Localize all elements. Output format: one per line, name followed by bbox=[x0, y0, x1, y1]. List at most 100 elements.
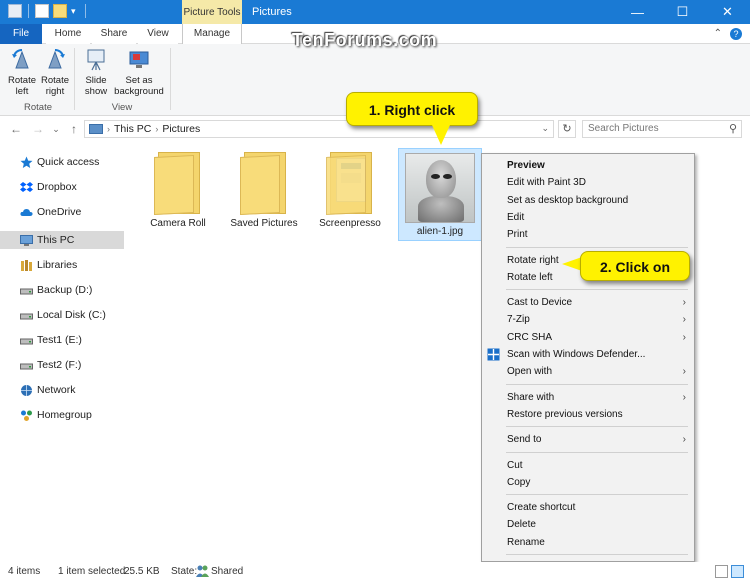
forward-button[interactable]: → bbox=[30, 121, 46, 137]
menu-item-cast-to-device[interactable]: Cast to Device › bbox=[482, 294, 694, 311]
folder-saved-pictures[interactable]: Saved Pictures bbox=[222, 146, 306, 229]
set-as-background-label-1: Set as bbox=[125, 75, 153, 86]
set-as-background-icon bbox=[129, 51, 149, 68]
nav-item-test2-f[interactable]: Test2 (F:) bbox=[0, 356, 124, 374]
defender-icon bbox=[487, 348, 500, 361]
menu-item-restore-previous-versions[interactable]: Restore previous versions bbox=[482, 406, 694, 423]
menu-item-delete[interactable]: Delete bbox=[482, 516, 694, 533]
nav-item-onedrive[interactable]: OneDrive bbox=[0, 203, 124, 221]
nav-item-label: Libraries bbox=[37, 259, 78, 271]
tab-manage[interactable]: Manage bbox=[182, 24, 242, 44]
submenu-arrow-icon: › bbox=[682, 434, 686, 446]
menu-separator bbox=[506, 289, 688, 291]
nav-item-network[interactable]: Network bbox=[0, 381, 124, 399]
toolbar-divider bbox=[28, 4, 29, 18]
context-menu: Preview Edit with Paint 3D Set as desktop … bbox=[481, 153, 695, 573]
title-bar: ▾ Picture Tools Pictures — ☐ ✕ bbox=[0, 0, 750, 24]
view-group-label: View bbox=[111, 102, 133, 113]
menu-item-crc-sha[interactable]: CRC SHA › bbox=[482, 329, 694, 346]
menu-item-label: Cut bbox=[507, 459, 523, 471]
menu-item-edit-with-paint-3d[interactable]: Edit with Paint 3D bbox=[482, 174, 694, 191]
submenu-arrow-icon: › bbox=[682, 314, 686, 326]
nav-item-homegroup[interactable]: Homegroup bbox=[0, 406, 124, 424]
folder-screenpresso[interactable]: Screenpresso bbox=[308, 146, 392, 229]
collapse-ribbon-icon[interactable]: ⌃ bbox=[714, 28, 722, 40]
search-icon: ⚲ bbox=[728, 123, 737, 135]
breadcrumb-pictures[interactable]: Pictures bbox=[162, 123, 200, 135]
file-alien-1-jpg[interactable]: alien-1.jpg bbox=[398, 148, 482, 241]
properties-icon[interactable] bbox=[35, 4, 49, 18]
menu-item-label: Rotate right bbox=[507, 254, 559, 266]
large-icons-view-icon[interactable] bbox=[731, 565, 744, 578]
nav-item-label: Local Disk (C:) bbox=[37, 309, 106, 321]
tab-file[interactable]: File bbox=[0, 24, 42, 44]
menu-item-copy[interactable]: Copy bbox=[482, 474, 694, 491]
breadcrumb-separator: › bbox=[155, 124, 159, 134]
minimize-button[interactable]: — bbox=[615, 0, 660, 24]
drive-icon bbox=[20, 309, 33, 322]
rotate-group-label: Rotate bbox=[24, 102, 52, 113]
submenu-arrow-icon: › bbox=[682, 331, 686, 343]
close-button[interactable]: ✕ bbox=[705, 0, 750, 24]
up-button[interactable]: ↑ bbox=[66, 121, 82, 137]
folder-icon bbox=[154, 152, 202, 216]
new-folder-icon[interactable] bbox=[53, 4, 67, 18]
address-bar[interactable]: › This PC › Pictures ⌄ bbox=[84, 120, 554, 138]
file-label: alien-1.jpg bbox=[416, 226, 464, 237]
help-icon[interactable]: ? bbox=[730, 28, 742, 40]
tenforums-watermark: TenForums.com bbox=[292, 30, 438, 50]
back-button[interactable]: ← bbox=[8, 121, 24, 137]
dropbox-icon bbox=[20, 181, 33, 194]
library-icon bbox=[20, 259, 33, 272]
menu-item-scan-with-windows-defender[interactable]: Scan with Windows Defender... bbox=[482, 346, 694, 363]
folder-camera-roll[interactable]: Camera Roll bbox=[136, 146, 220, 229]
menu-item-share-with[interactable]: Share with › bbox=[482, 389, 694, 406]
slide-show-button[interactable]: Slide show bbox=[77, 48, 115, 97]
menu-item-open-with[interactable]: Open with › bbox=[482, 363, 694, 380]
nav-item-dropbox[interactable]: Dropbox bbox=[0, 178, 124, 196]
menu-item-set-as-desktop-background[interactable]: Set as desktop background bbox=[482, 192, 694, 209]
qat-dropdown-icon[interactable]: ▾ bbox=[71, 4, 79, 18]
callout-right-click: 1. Right click bbox=[346, 92, 478, 126]
set-as-background-button[interactable]: Set as background bbox=[112, 48, 166, 97]
menu-item-label: Scan with Windows Defender... bbox=[507, 349, 646, 360]
menu-item-label: Preview bbox=[507, 160, 545, 171]
rotate-right-button[interactable]: Rotate right bbox=[36, 48, 74, 97]
menu-item-create-shortcut[interactable]: Create shortcut bbox=[482, 499, 694, 516]
refresh-button[interactable]: ↻ bbox=[558, 120, 576, 138]
menu-item-label: Set as desktop background bbox=[507, 194, 629, 206]
address-dropdown-icon[interactable]: ⌄ bbox=[541, 123, 549, 134]
menu-item-print[interactable]: Print bbox=[482, 226, 694, 243]
nav-item-label: Dropbox bbox=[37, 181, 77, 193]
search-input[interactable]: Search Pictures ⚲ bbox=[582, 120, 742, 138]
save-icon[interactable] bbox=[8, 4, 22, 18]
details-view-icon[interactable] bbox=[715, 565, 728, 578]
menu-item-edit[interactable]: Edit bbox=[482, 209, 694, 226]
menu-item-7-zip[interactable]: 7-Zip › bbox=[482, 311, 694, 328]
nav-item-label: Backup (D:) bbox=[37, 284, 93, 296]
recent-locations-button[interactable]: ⌄ bbox=[48, 121, 64, 137]
nav-item-label: Network bbox=[37, 384, 76, 396]
nav-item-this-pc[interactable]: This PC bbox=[0, 231, 124, 249]
menu-item-label: Share with bbox=[507, 391, 555, 403]
menu-item-send-to[interactable]: Send to › bbox=[482, 431, 694, 448]
menu-item-label: Delete bbox=[507, 519, 536, 531]
nav-item-backup-d[interactable]: Backup (D:) bbox=[0, 281, 124, 299]
nav-item-libraries[interactable]: Libraries bbox=[0, 256, 124, 274]
slide-show-icon bbox=[87, 49, 105, 71]
menu-item-rename[interactable]: Rename bbox=[482, 534, 694, 551]
breadcrumb-this-pc[interactable]: This PC bbox=[114, 123, 151, 135]
nav-item-test1-e[interactable]: Test1 (E:) bbox=[0, 331, 124, 349]
menu-item-preview[interactable]: Preview bbox=[482, 157, 694, 174]
tab-view[interactable]: View bbox=[138, 24, 178, 44]
nav-item-quick-access[interactable]: Quick access bbox=[0, 153, 124, 171]
maximize-button[interactable]: ☐ bbox=[660, 0, 705, 24]
submenu-arrow-icon: › bbox=[682, 391, 686, 403]
tab-share[interactable]: Share bbox=[92, 24, 136, 44]
menu-item-cut[interactable]: Cut bbox=[482, 457, 694, 474]
menu-item-label: Edit bbox=[507, 211, 525, 223]
tab-home[interactable]: Home bbox=[46, 24, 90, 44]
nav-item-local-disk-c[interactable]: Local Disk (C:) bbox=[0, 306, 124, 324]
submenu-arrow-icon: › bbox=[682, 366, 686, 378]
slide-show-label-2: show bbox=[84, 86, 108, 97]
